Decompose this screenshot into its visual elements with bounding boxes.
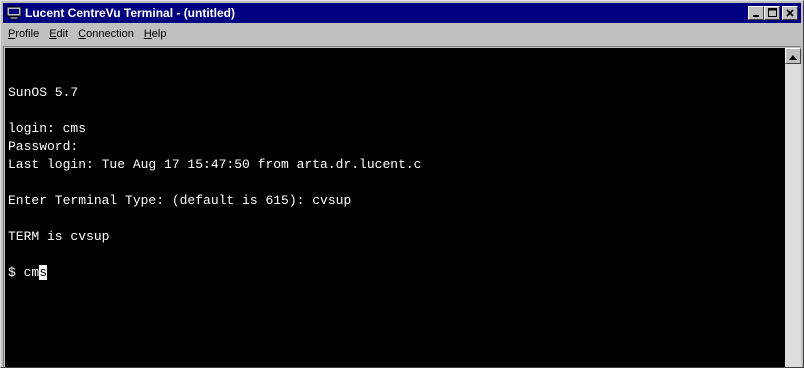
arrow-up-icon (789, 47, 797, 65)
terminal-line: Last login: Tue Aug 17 15:47:50 from art… (8, 157, 422, 172)
window-title: Lucent CentreVu Terminal - (untitled) (25, 6, 236, 20)
menu-help[interactable]: Help (139, 25, 172, 43)
text-cursor: s (39, 265, 48, 280)
terminal-window: Lucent CentreVu Terminal - (untitled) Pr… (0, 0, 804, 368)
minimize-icon (752, 4, 760, 22)
terminal-line: login: cms (8, 121, 87, 136)
terminal-app-icon[interactable] (6, 6, 22, 20)
client-area: SunOS 5.7 login: cms Password: Last logi… (3, 46, 801, 367)
close-button[interactable] (782, 6, 798, 20)
menu-edit[interactable]: Edit (44, 25, 73, 43)
minimize-button[interactable] (748, 6, 764, 20)
terminal-line: Enter Terminal Type: (default is 615): c… (8, 193, 352, 208)
terminal-line: SunOS 5.7 (8, 85, 79, 100)
scroll-up-button[interactable] (785, 48, 801, 64)
vertical-scrollbar[interactable] (785, 48, 801, 367)
maximize-icon (767, 4, 777, 22)
prompt-text: $ cm (8, 265, 40, 280)
menu-profile[interactable]: Profile (3, 25, 44, 43)
terminal-prompt-line: $ cms (8, 264, 785, 282)
menu-connection[interactable]: Connection (73, 25, 139, 43)
terminal-line: TERM is cvsup (8, 229, 110, 244)
maximize-button[interactable] (764, 6, 780, 20)
title-bar[interactable]: Lucent CentreVu Terminal - (untitled) (3, 3, 801, 23)
terminal-screen[interactable]: SunOS 5.7 login: cms Password: Last logi… (5, 48, 785, 367)
close-icon (786, 4, 794, 22)
terminal-line: Password: (8, 139, 79, 154)
menu-bar: Profile Edit Connection Help (3, 24, 801, 44)
